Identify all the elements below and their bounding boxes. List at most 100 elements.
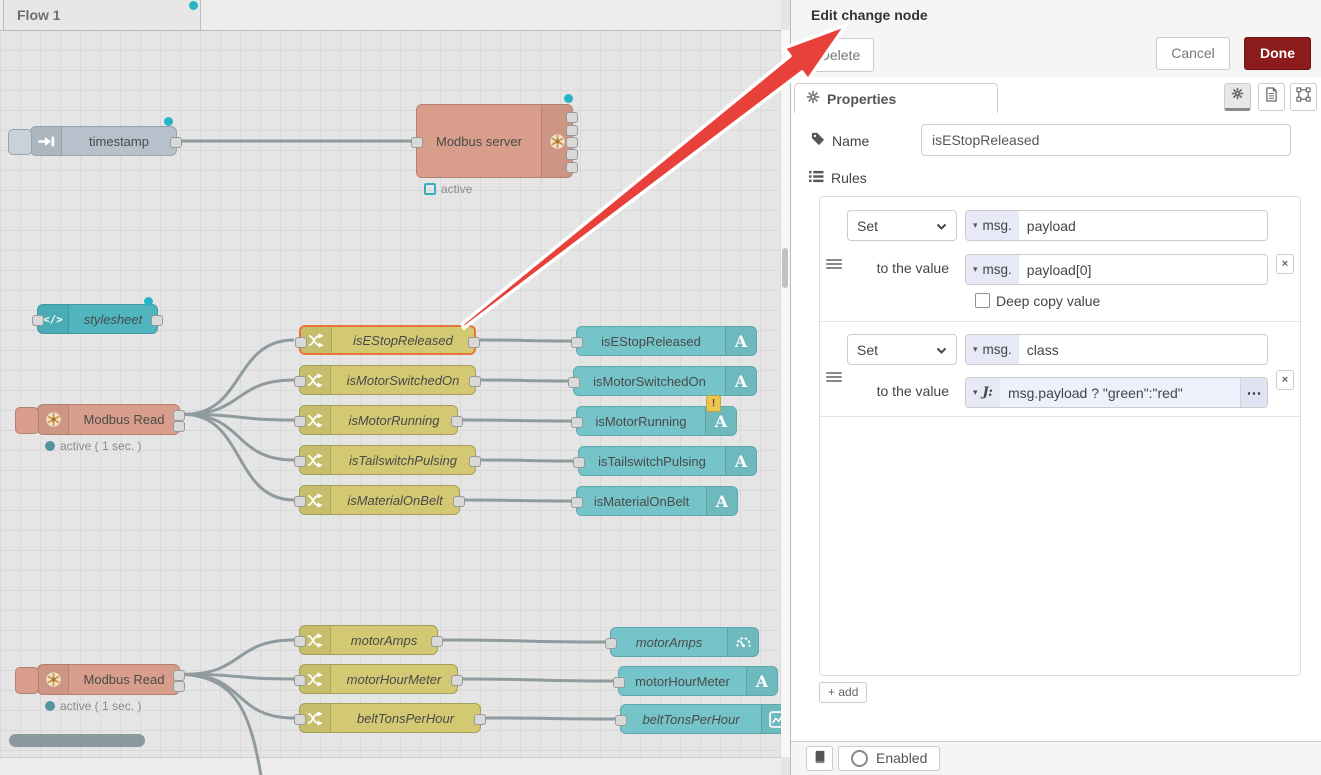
node-appearance-button[interactable] (1290, 83, 1317, 111)
rule1-action-select[interactable]: Set (847, 210, 957, 241)
input-port[interactable] (571, 497, 583, 508)
input-port[interactable] (294, 636, 306, 647)
rule1-value[interactable]: payload[0] (1019, 255, 1267, 284)
name-input[interactable] (921, 124, 1291, 156)
rule1-delete-button[interactable]: × (1276, 254, 1294, 274)
flow-node-modbus-server[interactable]: Modbus server (416, 104, 573, 178)
node-button[interactable] (15, 407, 39, 434)
output-port[interactable] (453, 496, 465, 507)
flow-node-txt-motorAmps[interactable]: motorAmps (610, 627, 759, 657)
input-port[interactable] (294, 416, 306, 427)
input-port[interactable] (295, 337, 307, 348)
output-port[interactable] (173, 670, 185, 681)
deep-copy-checkbox[interactable] (975, 293, 990, 308)
vertical-scrollbar[interactable] (781, 30, 790, 757)
output-port[interactable] (451, 675, 463, 686)
wire[interactable] (184, 640, 294, 674)
input-port[interactable] (294, 675, 306, 686)
output-port[interactable] (566, 112, 578, 123)
rule1-value-field[interactable]: ▾ msg. payload[0] (965, 254, 1268, 285)
flow-node-modbus-read-1[interactable]: Modbus Read (37, 404, 180, 435)
input-port[interactable] (571, 417, 583, 428)
flow-node-txt-isMotorSwitchedOn[interactable]: isMotorSwitchedOnA (573, 366, 757, 396)
node-button[interactable] (15, 667, 39, 694)
input-port[interactable] (294, 496, 306, 507)
wire[interactable] (480, 460, 573, 461)
flow-node-ch-beltTonsPerHour[interactable]: beltTonsPerHour (299, 703, 481, 733)
rule2-action-select[interactable]: Set (847, 334, 957, 365)
flow-node-modbus-read-2[interactable]: Modbus Read (37, 664, 180, 695)
output-port[interactable] (474, 714, 486, 725)
flow-node-ch-motorAmps[interactable]: motorAmps (299, 625, 438, 655)
output-port[interactable] (566, 162, 578, 173)
wire[interactable] (485, 718, 615, 719)
wire[interactable] (184, 674, 294, 718)
flow-node-ch-isTailswitchPulsing[interactable]: isTailswitchPulsing (299, 445, 476, 475)
rule1-property-type-button[interactable]: ▾ msg. (966, 211, 1019, 240)
wire[interactable] (480, 380, 568, 381)
description-view-button[interactable] (1258, 83, 1285, 111)
input-port[interactable] (571, 337, 583, 348)
flow-node-ch-isEStopReleased[interactable]: isEStopReleased (299, 325, 476, 355)
rule1-property-value[interactable]: payload (1019, 211, 1267, 240)
output-port[interactable] (173, 681, 185, 692)
input-port[interactable] (294, 456, 306, 467)
input-port[interactable] (615, 715, 627, 726)
input-port[interactable] (605, 638, 617, 649)
add-rule-button[interactable]: + add (819, 682, 867, 703)
wire[interactable] (184, 340, 294, 414)
wire[interactable] (462, 420, 571, 421)
output-port[interactable] (451, 416, 463, 427)
wire[interactable] (462, 679, 613, 681)
flow-node-ch-isMotorSwitchedOn[interactable]: isMotorSwitchedOn (299, 365, 476, 395)
enabled-toggle[interactable]: Enabled (838, 746, 940, 771)
flow-node-ch-motorHourMeter[interactable]: motorHourMeter (299, 664, 458, 694)
output-port[interactable] (566, 137, 578, 148)
flow-node-txt-isTailswitchPulsing[interactable]: isTailswitchPulsingA (578, 446, 757, 476)
flow-node-timestamp[interactable]: timestamp (30, 126, 177, 156)
flow-node-txt-motorHourMeter[interactable]: motorHourMeterA (618, 666, 778, 696)
flow-node-txt-beltTonsPerHour[interactable]: beltTonsPerHour (620, 704, 781, 734)
delete-button[interactable]: Delete (806, 38, 874, 72)
input-port[interactable] (294, 376, 306, 387)
flow-node-stylesheet[interactable]: </>stylesheet (37, 304, 158, 334)
input-port[interactable] (573, 457, 585, 468)
wire[interactable] (184, 380, 294, 414)
rule1-property-field[interactable]: ▾ msg. payload (965, 210, 1268, 241)
output-port[interactable] (173, 410, 185, 421)
wire[interactable] (480, 340, 571, 341)
tab-properties[interactable]: Properties (794, 83, 998, 113)
rule2-property-type-button[interactable]: ▾ msg. (966, 335, 1019, 364)
flow-node-txt-isEStopReleased[interactable]: isEStopReleasedA (576, 326, 757, 356)
wire[interactable] (442, 640, 605, 642)
rule2-property-field[interactable]: ▾ msg. class (965, 334, 1268, 365)
wire[interactable] (464, 500, 571, 501)
cancel-button[interactable]: Cancel (1156, 37, 1230, 70)
rule2-value-type-button[interactable]: ▾ J: (966, 378, 1000, 407)
expression-editor-button[interactable]: ⋯ (1240, 378, 1267, 407)
output-port[interactable] (173, 421, 185, 432)
flow-node-txt-isMaterialOnBelt[interactable]: isMaterialOnBeltA (576, 486, 738, 516)
output-port[interactable] (170, 137, 182, 148)
properties-view-button[interactable] (1224, 83, 1251, 111)
output-port[interactable] (566, 149, 578, 160)
input-port[interactable] (613, 677, 625, 688)
output-port[interactable] (469, 376, 481, 387)
flow-node-txt-isMotorRunning[interactable]: isMotorRunningA! (576, 406, 737, 436)
rule2-value-field[interactable]: ▾ J: msg.payload ? "green":"red" ⋯ (965, 377, 1268, 408)
drag-handle-icon[interactable] (826, 370, 842, 384)
scrollbar-thumb[interactable] (782, 248, 788, 288)
flow-node-ch-isMotorRunning[interactable]: isMotorRunning (299, 405, 458, 435)
flow-node-ch-isMaterialOnBelt[interactable]: isMaterialOnBelt (299, 485, 460, 515)
output-port[interactable] (151, 315, 163, 326)
docs-button[interactable] (806, 746, 833, 771)
output-port[interactable] (431, 636, 443, 647)
input-port[interactable] (32, 315, 44, 326)
wire[interactable] (184, 674, 264, 775)
node-button[interactable] (8, 129, 32, 155)
input-port[interactable] (294, 714, 306, 725)
output-port[interactable] (566, 125, 578, 136)
rule2-value[interactable]: msg.payload ? "green":"red" (1000, 378, 1240, 407)
rule2-property-value[interactable]: class (1019, 335, 1267, 364)
output-port[interactable] (468, 337, 480, 348)
